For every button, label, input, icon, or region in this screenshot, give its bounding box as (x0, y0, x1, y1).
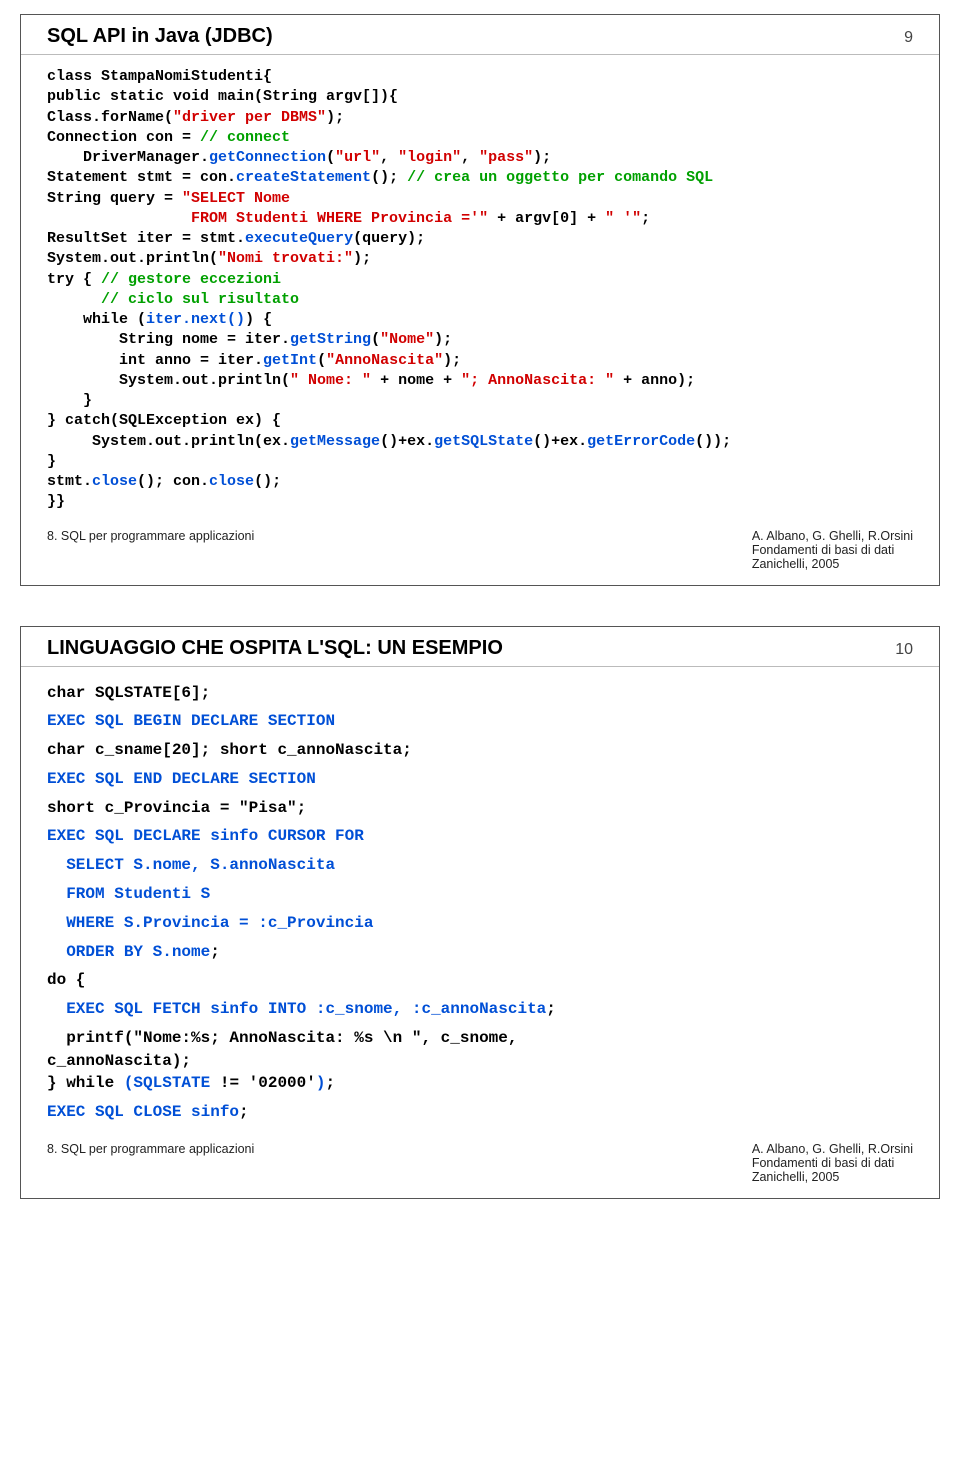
slide-header: SQL API in Java (JDBC) 9 (21, 15, 939, 55)
slide-9: SQL API in Java (JDBC) 9 class StampaNom… (20, 14, 940, 586)
slide-10: LINGUAGGIO CHE OSPITA L'SQL: UN ESEMPIO … (20, 626, 940, 1200)
slide-number: 10 (895, 641, 913, 659)
code-block: char SQLSTATE[6];EXEC SQL BEGIN DECLARE … (21, 667, 939, 1135)
footer-right: A. Albano, G. Ghelli, R.Orsini Fondament… (752, 1142, 913, 1184)
slide-footer: 8. SQL per programmare applicazioni A. A… (21, 521, 939, 575)
slide-title: LINGUAGGIO CHE OSPITA L'SQL: UN ESEMPIO (47, 637, 503, 660)
footer-left: 8. SQL per programmare applicazioni (47, 529, 254, 571)
footer-right: A. Albano, G. Ghelli, R.Orsini Fondament… (752, 529, 913, 571)
footer-left: 8. SQL per programmare applicazioni (47, 1142, 254, 1184)
slide-footer: 8. SQL per programmare applicazioni A. A… (21, 1134, 939, 1188)
slide-number: 9 (904, 29, 913, 47)
slide-header: LINGUAGGIO CHE OSPITA L'SQL: UN ESEMPIO … (21, 627, 939, 667)
slide-title: SQL API in Java (JDBC) (47, 25, 273, 48)
code-block: class StampaNomiStudenti{public static v… (21, 55, 939, 521)
